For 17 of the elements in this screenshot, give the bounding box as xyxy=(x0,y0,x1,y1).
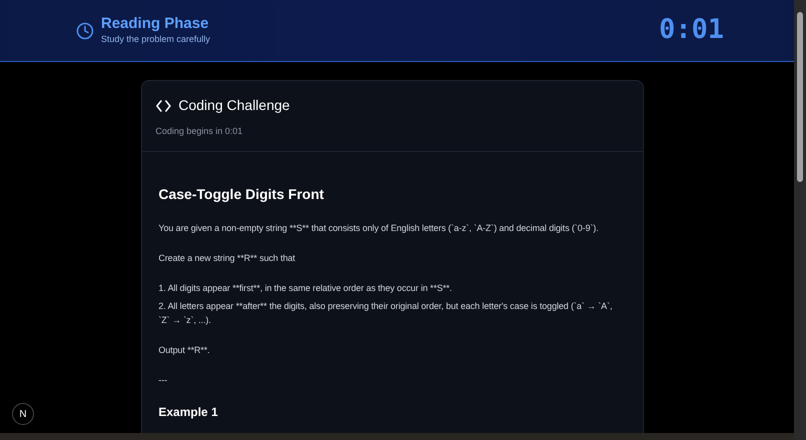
problem-title: Case-Toggle Digits Front xyxy=(158,184,325,204)
problem-paragraph: --- xyxy=(158,374,168,386)
problem-paragraph: Output **R**. xyxy=(158,344,211,356)
phase-title: Reading Phase xyxy=(101,14,210,33)
dev-badge[interactable]: N xyxy=(12,403,34,425)
phase-subtitle: Study the problem carefully xyxy=(101,32,210,46)
card-title: Coding Challenge xyxy=(178,96,290,115)
card-subtitle: Coding begins in 0:01 xyxy=(156,125,244,138)
problem-paragraph: Create a new string **R** such that xyxy=(158,252,296,264)
problem-paragraph: You are given a non-empty string **S** that consists only of English letters (`a-z`, `A-Z`) and decimal digits (`0-9`). xyxy=(158,222,600,234)
scrollbar[interactable] xyxy=(794,0,806,440)
clock-icon xyxy=(76,22,94,40)
section-heading: Example 1 xyxy=(158,404,219,420)
list-item: 2. All letters appear **after** the digits, also preserving their original order, but each letter's case is toggled (`a` → `A`, `Z` → `z`, ...). xyxy=(158,300,614,326)
list-item: 1. All digits appear **first**, in the same relative order as they occur in **S**. xyxy=(158,282,453,294)
countdown-timer: 0:01 xyxy=(658,13,724,48)
code-icon xyxy=(156,100,170,112)
